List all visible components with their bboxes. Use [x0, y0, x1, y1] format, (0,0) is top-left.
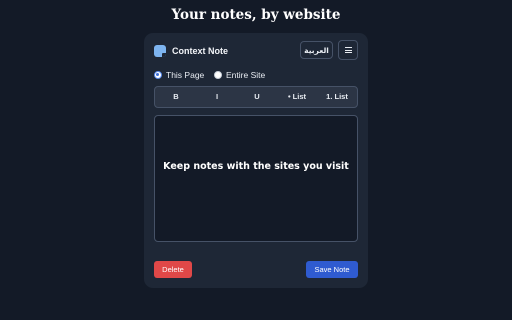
note-editor[interactable]: Keep notes with the sites you visit — [154, 115, 358, 242]
bold-button[interactable]: B — [161, 87, 191, 107]
delete-button[interactable]: Delete — [154, 261, 192, 278]
entire-site-radio[interactable] — [214, 71, 222, 79]
bullet-list-button[interactable]: • List — [282, 87, 312, 107]
hamburger-menu-icon — [345, 47, 352, 53]
note-panel: Context Note العربية This Page Entire Si… — [144, 33, 368, 288]
panel-header: Context Note العربية — [154, 40, 358, 61]
underline-button[interactable]: U — [242, 87, 272, 107]
menu-button[interactable] — [338, 40, 358, 60]
page-title: Your notes, by website — [171, 7, 341, 23]
this-page-radio[interactable] — [154, 71, 162, 79]
numbered-list-button[interactable]: 1. List — [322, 87, 352, 107]
save-note-button[interactable]: Save Note — [306, 261, 358, 278]
editor-placeholder: Keep notes with the sites you visit — [163, 161, 349, 172]
app-title: Context Note — [172, 46, 228, 56]
this-page-label: This Page — [166, 70, 205, 80]
note-icon — [154, 45, 166, 57]
italic-button[interactable]: I — [202, 87, 232, 107]
language-button[interactable]: العربية — [300, 41, 333, 59]
entire-site-label: Entire Site — [226, 70, 266, 80]
formatting-toolbar: B I U • List 1. List — [154, 86, 358, 108]
